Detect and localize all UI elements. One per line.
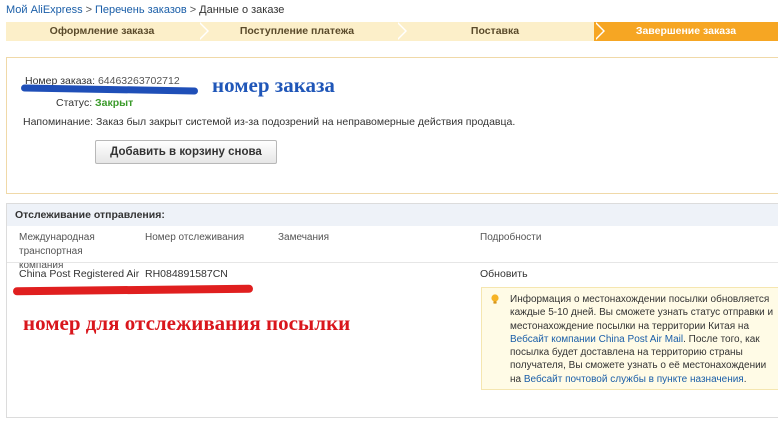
table-divider (7, 262, 778, 263)
column-remarks: Замечания (278, 232, 330, 243)
breadcrumb-current: Данные о заказе (199, 4, 285, 16)
breadcrumb: Мой AliExpress > Перечень заказов > Данные о… (6, 4, 284, 16)
column-carrier: Международная транспортная компания (19, 232, 95, 271)
lightbulb-icon (491, 294, 499, 304)
step-payment-received: Поступление платежа (198, 22, 407, 41)
step-order-complete: Завершение заказа (594, 22, 778, 41)
status-value: Закрыт (95, 97, 134, 109)
tracking-info-box: Информация о местонахождении посылки обн… (481, 287, 778, 390)
step-arrow (396, 22, 405, 40)
status-row: Статус: Закрыт (56, 97, 133, 109)
step-arrow (198, 22, 207, 40)
reminder-label: Напоминание: (23, 116, 94, 128)
breadcrumb-separator: > (189, 4, 197, 16)
order-progress-steps: Оформление заказа Поступление платежа По… (6, 22, 778, 41)
refresh-link[interactable]: Обновить (480, 268, 528, 280)
step-shipping: Поставка (396, 22, 605, 41)
tracking-header: Отслеживание отправления: (7, 204, 778, 226)
status-label: Статус: (56, 97, 93, 109)
breadcrumb-separator: > (85, 4, 93, 16)
order-number-annotation: номер заказа (212, 73, 335, 97)
tracking-title: Отслеживание отправления: (15, 209, 165, 221)
breadcrumb-my-aliexpress[interactable]: Мой AliExpress (6, 4, 83, 16)
reminder-text: Заказ был закрыт системой из-за подозрен… (96, 116, 516, 128)
step-label: Завершение заказа (635, 25, 737, 37)
tracking-number-highlight (12, 284, 254, 296)
destination-postal-website-link[interactable]: Вебсайт почтовой службы в пункте назначе… (524, 374, 744, 385)
step-label: Оформление заказа (49, 25, 155, 37)
tracking-number-annotation: номер для отслеживания посылки (23, 311, 351, 335)
step-arrow (594, 22, 603, 40)
info-text-part: Информация о местонахождении посылки обн… (510, 294, 774, 332)
step-label: Поступление платежа (239, 25, 355, 37)
info-text-part: . (743, 373, 747, 385)
carrier-name: China Post Registered Air (19, 268, 140, 280)
china-post-website-link[interactable]: Вебсайт компании China Post Air Mail (510, 334, 683, 345)
reminder-row: Напоминание: Заказ был закрыт системой и… (23, 116, 515, 128)
tracking-info-text: Информация о местонахождении посылки обн… (510, 293, 776, 386)
step-label: Поставка (470, 25, 520, 37)
column-tracking-number: Номер отслеживания (145, 232, 245, 243)
tracking-number: RH084891587CN (145, 268, 228, 280)
shipment-tracking-panel: Отслеживание отправления: Международная … (6, 203, 778, 418)
order-info-panel: Номер заказа: 64463263702712 номер заказ… (6, 57, 778, 194)
add-to-cart-again-button[interactable]: Добавить в корзину снова (95, 140, 277, 164)
breadcrumb-order-list[interactable]: Перечень заказов (95, 4, 187, 16)
step-order-placed: Оформление заказа (6, 22, 209, 41)
column-details: Подробности (480, 232, 542, 243)
